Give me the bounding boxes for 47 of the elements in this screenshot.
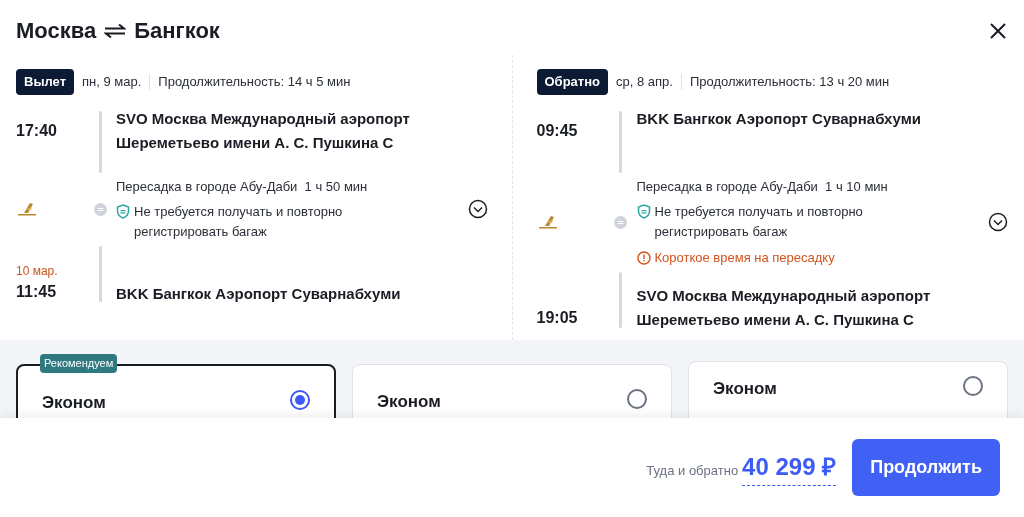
airline-logo-icon bbox=[536, 214, 559, 230]
close-icon bbox=[988, 20, 1008, 41]
transfer-dot-icon bbox=[93, 202, 107, 216]
warning-text: Короткое время на пересадку bbox=[654, 249, 835, 267]
warning-icon bbox=[636, 250, 651, 265]
flight-date: пн, 9 мар. bbox=[82, 73, 142, 91]
transfer-info: Пересадка в городе Абу-Даби 1 ч 10 мин bbox=[636, 177, 889, 196]
radio-button[interactable] bbox=[963, 376, 983, 396]
radio-button[interactable] bbox=[627, 389, 647, 409]
destination-city: Бангкок bbox=[134, 17, 220, 45]
close-button[interactable] bbox=[988, 20, 1008, 41]
transfer-dot-icon bbox=[614, 215, 627, 229]
arrival-date: 10 мар. bbox=[16, 263, 59, 280]
chevron-down-icon bbox=[988, 212, 1008, 232]
arrival-airport: SVO Москва Международный аэропорт Шереметьево имени А. С. Пушкина С bbox=[636, 285, 932, 330]
leg-badge: Вылет bbox=[16, 69, 74, 95]
flight-duration: Продолжительность: 13 ч 20 мин bbox=[689, 73, 890, 91]
fare-card[interactable]: Эконом bbox=[352, 364, 672, 418]
departure-time: 09:45 bbox=[536, 120, 578, 141]
recommended-badge: Рекомендуем bbox=[40, 354, 118, 373]
shield-icon bbox=[636, 204, 651, 219]
origin-city: Москва bbox=[16, 17, 97, 45]
fare-name: Эконом bbox=[42, 392, 106, 414]
departure-airport: BKK Бангкок Аэропорт Суварнабхуми bbox=[635, 108, 923, 129]
departure-airport: SVO Москва Международный аэропорт Шереметьево имени А. С. Пушкина С bbox=[115, 108, 411, 153]
fare-name: Эконом bbox=[713, 378, 777, 400]
fare-card[interactable]: Эконом bbox=[688, 361, 1008, 418]
arrival-airport: BKK Бангкок Аэропорт Суварнабхуми bbox=[116, 284, 401, 304]
flight-date: ср, 8 апр. bbox=[616, 73, 673, 91]
total-price[interactable]: 40 299 ₽ bbox=[742, 449, 837, 486]
chevron-down-icon bbox=[467, 199, 488, 220]
leg-badge: Обратно bbox=[536, 69, 608, 95]
expand-button[interactable] bbox=[988, 212, 1008, 232]
price-label: Туда и обратно bbox=[646, 462, 739, 480]
baggage-note: Не требуется получать и повторно регистрировать багаж bbox=[654, 203, 864, 241]
shield-icon bbox=[116, 204, 130, 219]
airline-logo-icon bbox=[16, 201, 38, 218]
transfer-info: Пересадка в городе Абу-Даби 1 ч 50 мин bbox=[116, 177, 369, 196]
baggage-note: Не требуется получать и повторно регистрировать багаж bbox=[134, 203, 344, 241]
continue-button[interactable]: Продолжить bbox=[852, 439, 1000, 496]
radio-button[interactable] bbox=[290, 390, 310, 410]
fare-name: Эконом bbox=[377, 391, 441, 413]
arrival-time: 19:05 bbox=[536, 307, 579, 328]
arrival-time: 11:45 bbox=[16, 282, 58, 302]
flight-duration: Продолжительность: 14 ч 5 мин bbox=[158, 73, 351, 91]
departure-time: 17:40 bbox=[16, 120, 57, 141]
expand-button[interactable] bbox=[467, 199, 488, 220]
